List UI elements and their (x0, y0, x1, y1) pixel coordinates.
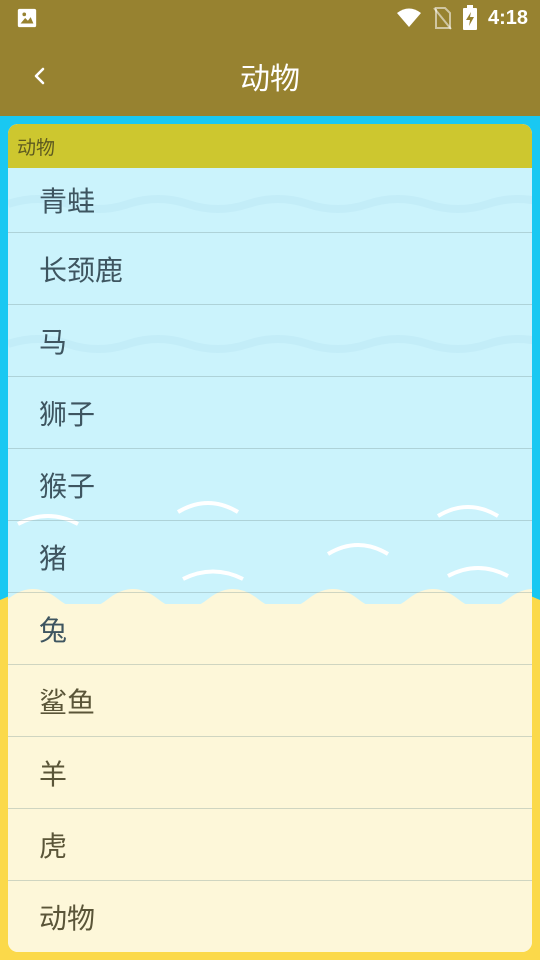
battery-charging-icon (462, 5, 477, 30)
animal-list: 青蛙 长颈鹿 马 狮子 猴子 猪 兔 鲨鱼 羊 虎 动物 (8, 168, 532, 952)
list-item[interactable]: 鲨鱼 (8, 664, 532, 736)
status-bar: 4:18 (0, 0, 540, 36)
image-icon (17, 8, 37, 28)
list-item[interactable]: 长颈鹿 (8, 232, 532, 304)
list-item-label: 兔 (39, 613, 68, 647)
list-item[interactable]: 猪 (8, 520, 532, 592)
list-item[interactable]: 猴子 (8, 448, 532, 520)
list-item-label: 猴子 (39, 469, 96, 503)
list-item-label: 鲨鱼 (39, 685, 96, 719)
status-time: 4:18 (487, 6, 528, 29)
wifi-icon (396, 8, 421, 27)
list-item-label: 青蛙 (39, 185, 96, 218)
list-item[interactable]: 马 (8, 304, 532, 376)
list-item[interactable]: 青蛙 (8, 168, 532, 232)
app-bar: 动物 (0, 36, 540, 116)
list-item[interactable]: 狮子 (8, 376, 532, 448)
list-item[interactable]: 兔 (8, 592, 532, 664)
section-header: 动物 (8, 124, 532, 168)
list-item[interactable]: 羊 (8, 736, 532, 808)
list-item-label: 狮子 (39, 397, 96, 431)
list-card: 动物 青蛙 长颈鹿 马 狮子 猴子 猪 兔 鲨鱼 羊 虎 动物 (8, 124, 532, 952)
list-item-label: 动物 (39, 901, 96, 935)
list-item-label: 虎 (39, 829, 68, 863)
no-sim-icon (433, 7, 452, 30)
page-title: 动物 (240, 62, 300, 97)
list-item-label: 长颈鹿 (39, 253, 124, 287)
list-item[interactable]: 动物 (8, 880, 532, 952)
list-item-label: 猪 (39, 541, 68, 575)
list-item-label: 马 (39, 325, 68, 359)
list-item-label: 羊 (39, 757, 68, 791)
list-item[interactable]: 虎 (8, 808, 532, 880)
